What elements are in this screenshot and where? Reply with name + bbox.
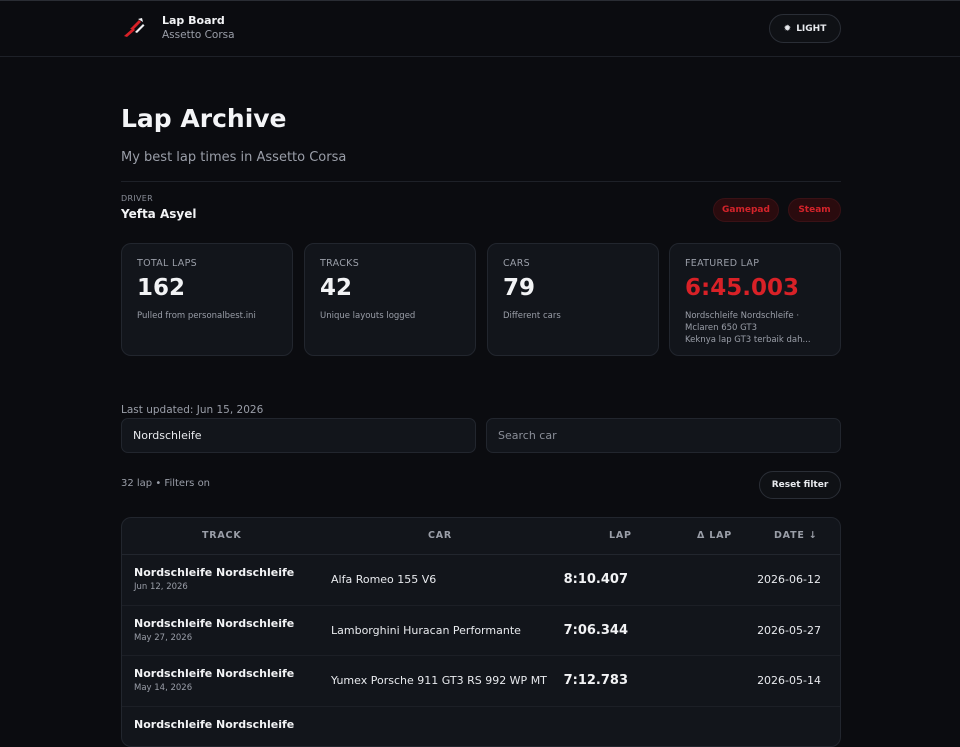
row-track: Nordschleife Nordschleife: [134, 617, 294, 631]
page-subtitle: My best lap times in Assetto Corsa: [121, 150, 346, 165]
table-row[interactable]: Nordschleife Nordschleife: [122, 707, 840, 747]
theme-label: LIGHT: [796, 24, 826, 34]
sun-icon: ✹: [784, 24, 792, 34]
table-row[interactable]: Nordschleife Nordschleife May 27, 2026 L…: [122, 606, 840, 657]
stat-value: 42: [320, 274, 460, 302]
stat-label: FEATURED LAP: [685, 258, 825, 269]
table-row[interactable]: Nordschleife Nordschleife May 14, 2026 Y…: [122, 656, 840, 707]
row-lap: 8:10.407: [564, 572, 628, 587]
featured-lap-note: Keknya lap GT3 terbaik dah...: [685, 334, 825, 346]
steam-badge: Steam: [788, 198, 841, 222]
row-car: Alfa Romeo 155 V6: [331, 573, 436, 586]
result-count: 32 lap • Filters on: [121, 478, 210, 489]
column-header-lap[interactable]: LAP: [609, 530, 632, 541]
stat-card-total-laps: TOTAL LAPS 162 Pulled from personalbest.…: [121, 243, 293, 356]
page-title: Lap Archive: [121, 104, 287, 133]
stat-desc: Different cars: [503, 310, 643, 322]
track-search-input[interactable]: [121, 418, 476, 453]
driver-name: Yefta Asyel: [121, 207, 196, 221]
row-date: 2026-05-27: [757, 624, 821, 637]
divider: [121, 181, 841, 182]
stat-label: TOTAL LAPS: [137, 258, 277, 269]
table-row[interactable]: Nordschleife Nordschleife Jun 12, 2026 A…: [122, 555, 840, 606]
lap-table: TRACK CAR LAP Δ LAP DATE ↓ Nordschleife …: [121, 517, 841, 747]
column-header-delta-lap[interactable]: Δ LAP: [697, 530, 732, 541]
reset-filter-button[interactable]: Reset filter: [759, 471, 841, 499]
driver-label: DRIVER: [121, 194, 153, 203]
stat-card-tracks: TRACKS 42 Unique layouts logged: [304, 243, 476, 356]
stat-card-featured-lap[interactable]: FEATURED LAP 6:45.003 Nordschleife Nords…: [669, 243, 841, 356]
last-updated: Last updated: Jun 15, 2026: [121, 404, 263, 416]
featured-lap-desc: Nordschleife Nordschleife · Mclaren 650 …: [685, 310, 825, 346]
top-bar: Lap Board Assetto Corsa ✹ LIGHT: [0, 0, 960, 57]
table-header: TRACK CAR LAP Δ LAP DATE ↓: [122, 518, 840, 555]
stat-card-cars: CARS 79 Different cars: [487, 243, 659, 356]
stat-label: TRACKS: [320, 258, 460, 269]
featured-lap-track: Nordschleife Nordschleife ·: [685, 310, 825, 322]
stat-value: 79: [503, 274, 643, 302]
row-lap: 7:12.783: [564, 673, 628, 688]
stat-label: CARS: [503, 258, 643, 269]
theme-toggle-button[interactable]: ✹ LIGHT: [769, 14, 841, 43]
row-track: Nordschleife Nordschleife: [134, 566, 294, 580]
featured-lap-time: 6:45.003: [685, 274, 825, 302]
row-track-date: Jun 12, 2026: [134, 580, 294, 594]
row-car: Yumex Porsche 911 GT3 RS 992 WP MT: [331, 674, 547, 687]
row-track-date: May 14, 2026: [134, 681, 294, 695]
row-date: 2026-06-12: [757, 573, 821, 586]
car-search-input[interactable]: [486, 418, 841, 453]
column-header-track[interactable]: TRACK: [202, 530, 241, 541]
brand[interactable]: Lap Board Assetto Corsa: [121, 14, 235, 42]
column-header-date[interactable]: DATE ↓: [774, 530, 818, 541]
column-header-car[interactable]: CAR: [428, 530, 452, 541]
featured-lap-car: Mclaren 650 GT3: [685, 322, 825, 334]
row-date: 2026-05-14: [757, 674, 821, 687]
row-track-date: May 27, 2026: [134, 631, 294, 645]
row-car: Lamborghini Huracan Performante: [331, 624, 521, 637]
app-subtitle: Assetto Corsa: [162, 28, 235, 42]
row-lap: 7:06.344: [564, 623, 628, 638]
stat-desc: Pulled from personalbest.ini: [137, 310, 277, 322]
lap-board-logo-icon: [121, 15, 147, 41]
stat-desc: Unique layouts logged: [320, 310, 460, 322]
app-title: Lap Board: [162, 14, 235, 28]
row-track: Nordschleife Nordschleife: [134, 667, 294, 681]
gamepad-badge: Gamepad: [713, 198, 779, 222]
stat-value: 162: [137, 274, 277, 302]
